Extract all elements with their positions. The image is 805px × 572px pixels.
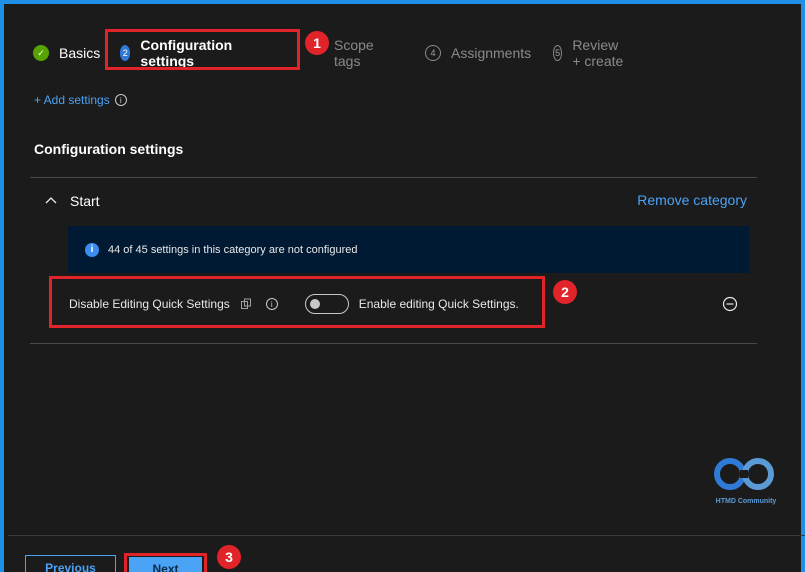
info-icon: i <box>85 242 99 257</box>
highlight-box <box>105 29 300 70</box>
category-header: Start Remove category <box>44 190 749 212</box>
callout-badge: 1 <box>305 31 329 55</box>
step-number-icon: 4 <box>425 45 441 61</box>
checkmark-icon: ✓ <box>33 45 49 61</box>
remove-setting-icon[interactable] <box>722 296 738 312</box>
banner-text: 44 of 45 settings in this category are n… <box>108 243 358 256</box>
step-number-icon: 5 <box>553 45 563 61</box>
next-button[interactable]: Next <box>129 557 202 572</box>
add-settings-link[interactable]: + Add settings i <box>34 93 127 107</box>
step-label: Basics <box>59 45 101 61</box>
htmd-logo-icon <box>714 458 774 490</box>
remove-category-link[interactable]: Remove category <box>637 192 747 208</box>
step-review-create[interactable]: 5 Review + create <box>553 37 625 69</box>
section-title: Configuration settings <box>34 141 184 157</box>
info-icon[interactable]: i <box>114 94 127 106</box>
callout-badge: 2 <box>553 280 577 304</box>
footer-divider <box>8 535 805 536</box>
step-label: Scope tags <box>334 37 374 69</box>
step-basics[interactable]: ✓ Basics <box>33 40 100 66</box>
divider <box>30 177 757 178</box>
chevron-up-icon[interactable] <box>44 194 58 208</box>
step-assignments[interactable]: 4 Assignments <box>425 40 531 66</box>
previous-button[interactable]: Previous <box>25 555 116 572</box>
category-name: Start <box>70 193 100 209</box>
info-banner: i 44 of 45 settings in this category are… <box>68 226 749 273</box>
callout-badge: 3 <box>217 545 241 569</box>
highlight-box <box>49 276 545 328</box>
step-label: Review + create <box>572 37 624 69</box>
step-label: Assignments <box>451 45 532 61</box>
app-window: ✓ Basics 2 Configuration settings Scope … <box>0 0 805 572</box>
divider <box>30 343 757 344</box>
htmd-logo: HTMD Community <box>710 456 782 512</box>
logo-text: HTMD Community <box>715 498 777 505</box>
step-scope-tags[interactable]: Scope tags <box>334 37 374 69</box>
add-settings-label: + Add settings <box>34 93 110 107</box>
